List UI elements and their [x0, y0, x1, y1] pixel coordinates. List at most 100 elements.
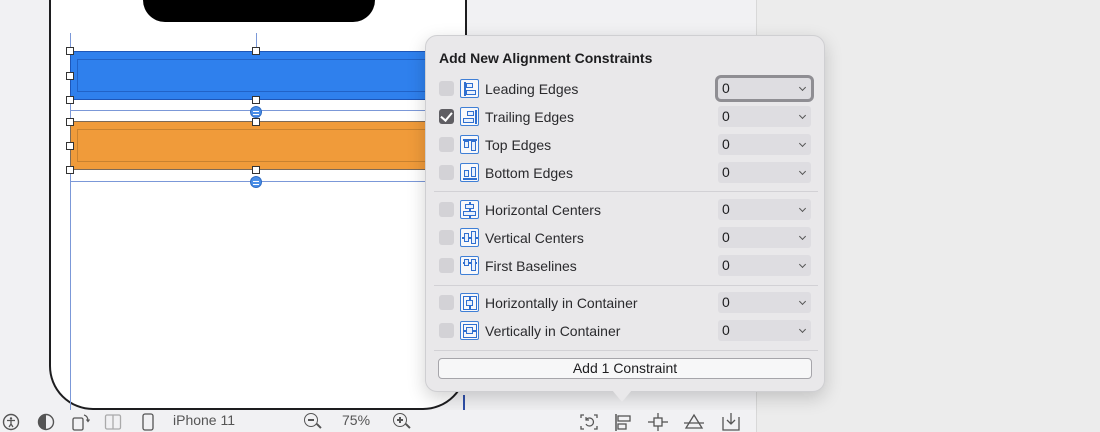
constraint-checkbox[interactable] — [439, 202, 454, 217]
constraint-value-select[interactable]: 0 — [718, 78, 811, 99]
device-name[interactable]: iPhone 11 — [173, 412, 235, 428]
constraint-value: 0 — [722, 136, 730, 152]
chevron-down-icon — [798, 204, 807, 213]
zoom-out-icon[interactable] — [304, 413, 318, 427]
constraint-value-select[interactable]: 0 — [718, 106, 811, 127]
resize-handle[interactable] — [66, 142, 74, 150]
constraint-value: 0 — [722, 164, 730, 180]
popover-separator — [434, 285, 818, 286]
update-frames-icon[interactable] — [579, 413, 599, 431]
constraint-row-bottom-edges: Bottom Edges 0 — [438, 161, 814, 185]
trailing-guide — [463, 395, 465, 410]
chevron-down-icon — [798, 111, 807, 120]
constraint-label: Vertically in Container — [485, 323, 621, 339]
constraint-checkbox[interactable] — [439, 323, 454, 338]
constraint-value: 0 — [722, 294, 730, 310]
device-icon[interactable] — [141, 413, 155, 431]
constraint-checkbox[interactable] — [439, 295, 454, 310]
constraint-checkbox[interactable] — [439, 137, 454, 152]
resize-handle[interactable] — [66, 47, 74, 55]
resize-handle[interactable] — [252, 166, 260, 174]
resolve-issues-icon[interactable] — [683, 413, 705, 431]
constraint-value: 0 — [722, 108, 730, 124]
constraint-label: First Baselines — [485, 258, 577, 274]
popover-title: Add New Alignment Constraints — [439, 50, 653, 66]
top-edges-icon — [460, 135, 479, 154]
embed-in-icon[interactable] — [721, 413, 741, 431]
orientation-icon[interactable] — [71, 413, 91, 431]
appearance-icon[interactable] — [37, 413, 55, 431]
constraint-checkbox[interactable] — [439, 258, 454, 273]
constraint-label: Horizontal Centers — [485, 202, 601, 218]
device-notch — [143, 0, 375, 22]
constraint-value-select[interactable]: 0 — [718, 134, 811, 155]
constraint-value-select[interactable]: 0 — [718, 227, 811, 248]
constraint-row-vertical-centers: Vertical Centers 0 — [438, 226, 814, 250]
vertical-centers-icon — [460, 228, 479, 247]
popover-arrow — [612, 390, 632, 402]
chevron-down-icon — [798, 325, 807, 334]
accessibility-icon[interactable] — [2, 413, 20, 431]
constraint-value: 0 — [722, 229, 730, 245]
constraint-label: Vertical Centers — [485, 230, 584, 246]
constraint-checkbox[interactable] — [439, 165, 454, 180]
constraint-value: 0 — [722, 322, 730, 338]
zoom-in-icon[interactable] — [393, 413, 407, 427]
chevron-down-icon — [798, 232, 807, 241]
popover-separator — [434, 191, 818, 192]
constraint-row-horizontally-in-container: Horizontally in Container 0 — [438, 291, 814, 315]
constraint-row-horizontal-centers: Horizontal Centers 0 — [438, 198, 814, 222]
constraint-label: Bottom Edges — [485, 165, 573, 181]
constraint-label: Top Edges — [485, 137, 552, 153]
constraint-label: Leading Edges — [485, 81, 579, 97]
horizontal-centers-icon — [460, 200, 479, 219]
alignment-constraints-popover: Add New Alignment Constraints Leading Ed… — [425, 35, 825, 392]
align-icon[interactable] — [614, 413, 634, 431]
resize-handle[interactable] — [66, 96, 74, 104]
constraint-row-trailing-edges: Trailing Edges 0 — [438, 105, 814, 129]
constraint-value-select[interactable]: 0 — [718, 255, 811, 276]
constraint-checkbox[interactable] — [439, 81, 454, 96]
chevron-down-icon — [798, 83, 807, 92]
constraint-checkbox[interactable] — [439, 109, 454, 124]
split-view-icon[interactable] — [104, 413, 122, 431]
resize-handle[interactable] — [66, 72, 74, 80]
constraint-value-select[interactable]: 0 — [718, 162, 811, 183]
constraint-value: 0 — [722, 80, 730, 96]
orange-view[interactable] — [70, 121, 433, 170]
constraint-value: 0 — [722, 201, 730, 217]
resize-handle[interactable] — [252, 118, 260, 126]
horizontally-in-container-icon — [460, 293, 479, 312]
resize-handle[interactable] — [252, 96, 260, 104]
constraint-value-select[interactable]: 0 — [718, 292, 811, 313]
resize-handle[interactable] — [252, 47, 260, 55]
vertically-in-container-icon — [460, 321, 479, 340]
constraint-label: Trailing Edges — [485, 109, 574, 125]
constraint-row-vertically-in-container: Vertically in Container 0 — [438, 319, 814, 343]
chevron-down-icon — [798, 297, 807, 306]
chevron-down-icon — [798, 167, 807, 176]
add-new-constraints-icon[interactable] — [648, 413, 668, 431]
constraint-value: 0 — [722, 257, 730, 273]
constraint-label: Horizontally in Container — [485, 295, 638, 311]
constraint-row-first-baselines: First Baselines 0 — [438, 254, 814, 278]
blue-view[interactable] — [70, 51, 433, 100]
constraint-row-top-edges: Top Edges 0 — [438, 133, 814, 157]
add-constraint-button[interactable]: Add 1 Constraint — [438, 358, 812, 379]
constraint-node-icon[interactable] — [250, 106, 262, 118]
constraint-value-select[interactable]: 0 — [718, 320, 811, 341]
zoom-level[interactable]: 75% — [342, 412, 370, 428]
resize-handle[interactable] — [66, 118, 74, 126]
constraint-checkbox[interactable] — [439, 230, 454, 245]
constraint-value-select[interactable]: 0 — [718, 199, 811, 220]
constraint-node-icon[interactable] — [250, 176, 262, 188]
bottom-edges-icon — [460, 163, 479, 182]
first-baselines-icon — [460, 256, 479, 275]
canvas-toolbar: iPhone 11 75% — [0, 410, 756, 432]
trailing-edges-icon — [460, 107, 479, 126]
chevron-down-icon — [798, 139, 807, 148]
resize-handle[interactable] — [66, 166, 74, 174]
leading-edges-icon — [460, 79, 479, 98]
chevron-down-icon — [798, 260, 807, 269]
constraint-row-leading-edges: Leading Edges 0 — [438, 77, 814, 101]
